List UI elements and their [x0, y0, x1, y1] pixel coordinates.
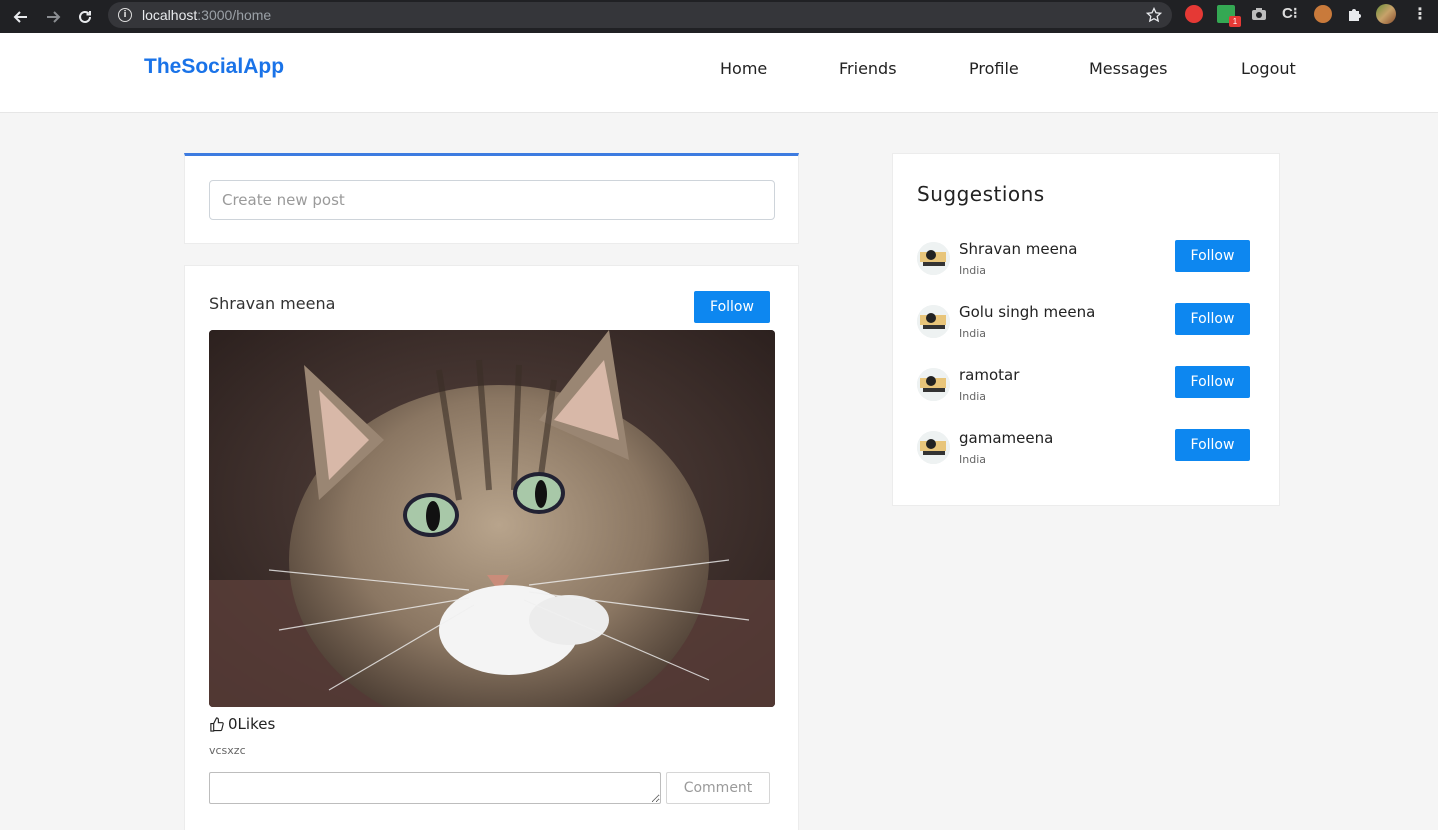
post-author-name[interactable]: Shravan meena [209, 294, 335, 313]
extension-badge: 1 [1229, 16, 1241, 27]
nav-friends[interactable]: Friends [839, 59, 897, 78]
cookie-icon[interactable] [1314, 5, 1332, 23]
extension-stop-icon[interactable] [1185, 5, 1203, 23]
extensions-puzzle-icon[interactable] [1346, 5, 1364, 23]
suggestion-name[interactable]: Golu singh meena [959, 303, 1095, 321]
suggestion-item: gamameena India Follow [917, 429, 1257, 471]
app-navbar: TheSocialApp Home Friends Profile Messag… [0, 33, 1438, 113]
avatar[interactable] [917, 368, 950, 401]
brand-logo[interactable]: TheSocialApp [144, 55, 284, 79]
suggestion-item: Shravan meena India Follow [917, 240, 1257, 282]
reload-icon[interactable] [74, 6, 96, 28]
comment-input[interactable] [209, 772, 661, 804]
suggestion-country: India [959, 327, 986, 340]
avatar[interactable] [917, 431, 950, 464]
create-post-input[interactable] [209, 180, 775, 220]
nav-logout[interactable]: Logout [1241, 59, 1296, 78]
suggestion-item: ramotar India Follow [917, 366, 1257, 408]
suggestion-follow-button[interactable]: Follow [1175, 366, 1250, 398]
avatar[interactable] [917, 305, 950, 338]
nav-profile[interactable]: Profile [969, 59, 1019, 78]
suggestions-card: Suggestions Shravan meena India Follow G… [892, 153, 1280, 506]
post-caption: vcsxzc [209, 744, 246, 757]
thumbs-up-icon[interactable] [209, 716, 224, 732]
cat-photo [209, 330, 775, 707]
suggestion-name[interactable]: gamameena [959, 429, 1053, 447]
suggestion-follow-button[interactable]: Follow [1175, 240, 1250, 272]
profile-avatar-icon[interactable] [1376, 4, 1396, 24]
post-card: Shravan meena Follow 0Likes vcsxzc Comme… [184, 265, 799, 830]
nav-home[interactable]: Home [720, 59, 767, 78]
suggestion-country: India [959, 264, 986, 277]
post-follow-button[interactable]: Follow [694, 291, 770, 323]
back-icon[interactable] [10, 6, 32, 28]
create-post-card [184, 153, 799, 244]
likes-count: 0Likes [228, 715, 276, 733]
suggestion-name[interactable]: ramotar [959, 366, 1019, 384]
comment-button[interactable]: Comment [666, 772, 770, 804]
post-image [209, 330, 775, 707]
camera-icon[interactable] [1250, 5, 1268, 23]
url-text[interactable]: localhost:3000/home [142, 7, 271, 23]
bookmark-star-icon[interactable] [1146, 7, 1162, 23]
suggestion-country: India [959, 390, 986, 403]
suggestion-item: Golu singh meena India Follow [917, 303, 1257, 345]
suggestions-title: Suggestions [917, 182, 1045, 206]
url-path: :3000/home [197, 7, 272, 23]
like-control[interactable]: 0Likes [209, 715, 275, 733]
avatar[interactable] [917, 242, 950, 275]
nav-messages[interactable]: Messages [1089, 59, 1167, 78]
extension-c-icon[interactable]: C⁝ [1282, 5, 1300, 23]
url-host: localhost [142, 7, 198, 23]
suggestion-country: India [959, 453, 986, 466]
suggestion-name[interactable]: Shravan meena [959, 240, 1078, 258]
suggestion-follow-button[interactable]: Follow [1175, 429, 1250, 461]
suggestion-follow-button[interactable]: Follow [1175, 303, 1250, 335]
browser-menu-icon[interactable]: ⋮ [1412, 5, 1428, 23]
info-icon[interactable]: i [118, 8, 132, 22]
forward-icon[interactable] [42, 6, 64, 28]
address-bar[interactable]: i localhost:3000/home [108, 2, 1172, 28]
